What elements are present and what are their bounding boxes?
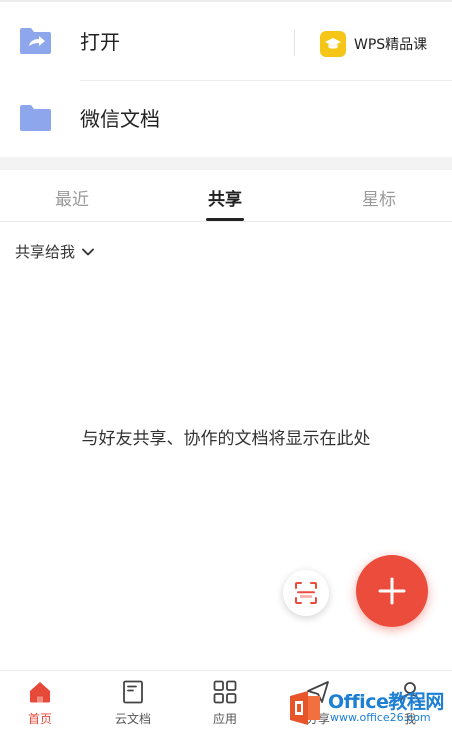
- tab-bar: 最近 共享 星标: [0, 170, 452, 222]
- home-icon: [30, 682, 50, 703]
- open-label: 打开: [80, 30, 120, 54]
- nav-cloud-docs[interactable]: 云文档: [98, 679, 168, 727]
- graduation-cap-icon: [320, 31, 346, 57]
- watermark-brand: Office教程网: [328, 691, 444, 713]
- tab-recent[interactable]: 最近: [32, 185, 112, 210]
- nav-home-label: 首页: [27, 712, 52, 726]
- cloud-doc-icon: [123, 680, 143, 704]
- wechat-docs-label: 微信文档: [80, 107, 160, 131]
- watermark: Office教程网 www.office26.com: [286, 686, 452, 732]
- vertical-divider: [294, 30, 295, 56]
- nav-home[interactable]: 首页: [5, 679, 75, 727]
- wechat-docs-row[interactable]: 微信文档: [0, 80, 452, 158]
- nav-cloud-docs-label: 云文档: [114, 712, 151, 726]
- new-document-button[interactable]: [356, 555, 428, 627]
- nav-apps-label: 应用: [212, 712, 237, 726]
- wps-course-label: WPS精品课: [354, 37, 428, 53]
- open-folder-icon: [20, 28, 51, 54]
- empty-state-message: 与好友共享、协作的文档将显示在此处: [81, 429, 371, 449]
- wps-course-button[interactable]: WPS精品课: [320, 31, 427, 57]
- scan-button[interactable]: [283, 570, 329, 616]
- filter-label: 共享给我: [15, 243, 76, 261]
- watermark-url: www.office26.com: [330, 711, 431, 724]
- apps-grid-icon: [213, 680, 237, 704]
- nav-apps[interactable]: 应用: [190, 679, 260, 727]
- shared-filter-dropdown[interactable]: 共享给我: [15, 241, 95, 262]
- active-tab-indicator: [206, 218, 244, 221]
- section-separator: [0, 157, 452, 170]
- chevron-down-icon: [82, 248, 94, 255]
- tab-starred[interactable]: 星标: [339, 185, 419, 210]
- open-row[interactable]: 打开 WPS精品课: [0, 2, 452, 80]
- folder-icon: [20, 105, 51, 131]
- tab-shared[interactable]: 共享: [185, 185, 265, 210]
- office-logo-icon: [290, 691, 320, 725]
- plus-icon: [378, 577, 406, 605]
- scan-icon: [295, 582, 317, 604]
